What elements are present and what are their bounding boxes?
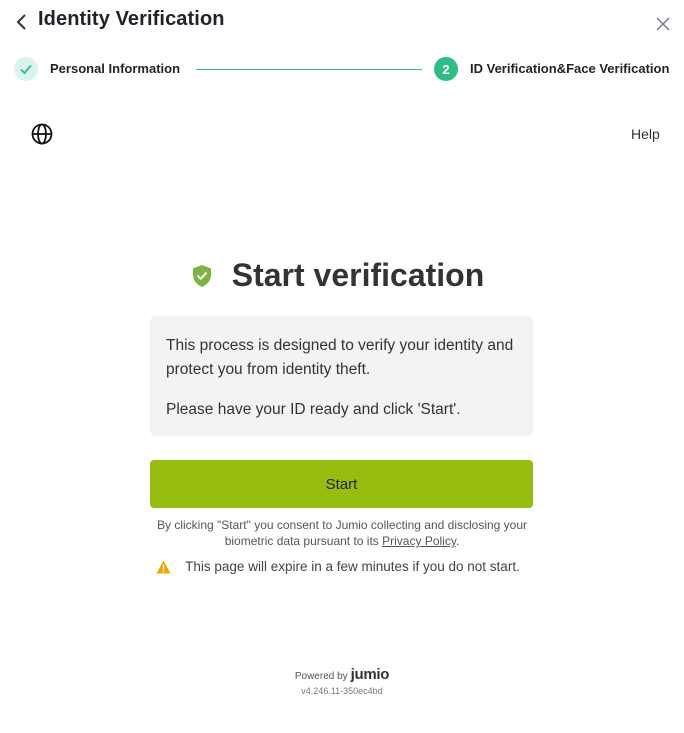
close-button[interactable] <box>654 15 672 33</box>
step1-label: Personal Information <box>50 61 181 76</box>
info-box: This process is designed to verify your … <box>150 316 533 436</box>
step2-label: ID Verification&Face Verification <box>470 61 670 76</box>
consent-end: . <box>455 534 460 548</box>
globe-icon <box>31 123 53 145</box>
warning-icon <box>156 560 171 573</box>
step2-indicator: 2 <box>434 57 458 81</box>
start-button[interactable]: Start <box>150 460 533 508</box>
expiry-notice: This page will expire in a few minutes i… <box>0 559 684 574</box>
verification-heading: Start verification <box>0 257 684 294</box>
privacy-policy-link[interactable]: Privacy Policy <box>382 534 456 548</box>
consent-body: By clicking "Start" you consent to Jumio… <box>156 518 528 548</box>
step-connector <box>196 69 422 70</box>
shield-check-icon <box>192 264 211 287</box>
powered-by: Powered by jumio <box>0 666 684 683</box>
expiry-text: This page will expire in a few minutes i… <box>185 559 520 574</box>
heading-text: Start verification <box>231 257 485 293</box>
close-icon <box>656 17 670 31</box>
chevron-left-icon <box>16 14 26 30</box>
info-text-2: Please have your ID ready and click 'Sta… <box>166 401 461 418</box>
back-button[interactable] <box>12 12 32 32</box>
version-text: v4.246.11-350ec4bd <box>301 686 383 696</box>
info-text-1: This process is designed to verify your … <box>166 337 514 378</box>
language-button[interactable] <box>30 122 54 146</box>
help-link[interactable]: Help <box>631 126 660 142</box>
jumio-logo: jumio <box>350 666 390 683</box>
powered-by-label: Powered by <box>294 671 348 682</box>
check-icon <box>20 64 32 75</box>
identity-verification-dialog: Identity Verification Personal Informati… <box>0 0 684 733</box>
page-title: Identity Verification <box>38 8 225 30</box>
step1-indicator <box>14 57 38 81</box>
consent-text: By clicking "Start" you consent to Jumio… <box>140 517 544 549</box>
